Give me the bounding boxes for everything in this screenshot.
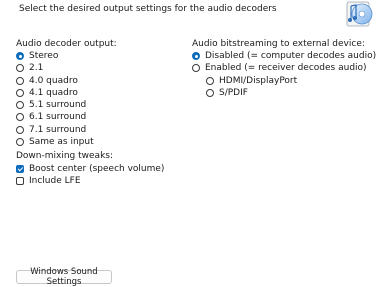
decoder-option-6-1-surround[interactable]: 6.1 surround <box>16 111 86 123</box>
radio-icon[interactable] <box>16 126 24 134</box>
radio-icon[interactable] <box>16 101 24 109</box>
decoder-option-label: Same as input <box>29 137 94 147</box>
windows-sound-settings-button[interactable]: Windows Sound Settings <box>16 267 112 287</box>
bitstream-group-label: Audio bitstreaming to external device: <box>192 39 365 49</box>
bitstream-option-enabled[interactable]: Enabled (= receiver decodes audio) <box>192 62 367 74</box>
decoder-option-label: Stereo <box>29 51 59 61</box>
decoder-group-label: Audio decoder output: <box>16 39 117 49</box>
decoder-option-7-1-surround[interactable]: 7.1 surround <box>16 124 86 136</box>
radio-selected-icon[interactable] <box>16 52 24 60</box>
decoder-option-5-1-surround[interactable]: 5.1 surround <box>16 99 86 111</box>
bitstream-sub-spdif[interactable]: S/PDIF <box>206 87 248 99</box>
bitstream-sub-label: S/PDIF <box>219 88 248 98</box>
radio-icon[interactable] <box>192 64 200 72</box>
bitstream-sub-hdmi-displayport[interactable]: HDMI/DisplayPort <box>206 75 297 87</box>
radio-icon[interactable] <box>16 64 24 72</box>
bitstream-option-label: Disabled (= computer decodes audio) <box>205 51 377 61</box>
decoder-option-label: 7.1 surround <box>29 125 87 135</box>
include-lfe-checkbox[interactable]: Include LFE <box>16 175 81 187</box>
decoder-option-label: 6.1 surround <box>29 112 87 122</box>
audio-disc-icon <box>343 0 377 28</box>
decoder-option-stereo[interactable]: Stereo <box>16 50 58 62</box>
header-description: Select the desired output settings for t… <box>19 4 277 14</box>
checkbox-checked-icon[interactable] <box>16 165 24 173</box>
boost-center-checkbox[interactable]: Boost center (speech volume) <box>16 163 164 175</box>
downmix-group-label: Down-mixing tweaks: <box>16 151 113 161</box>
bitstream-option-disabled[interactable]: Disabled (= computer decodes audio) <box>192 50 376 62</box>
radio-icon[interactable] <box>16 113 24 121</box>
decoder-option-label: 2.1 <box>29 63 44 73</box>
decoder-option-label: 4.0 quadro <box>29 76 78 86</box>
radio-icon[interactable] <box>16 89 24 97</box>
decoder-option-label: 4.1 quadro <box>29 88 78 98</box>
bitstream-sub-label: HDMI/DisplayPort <box>219 76 298 86</box>
decoder-option-4-0-quadro[interactable]: 4.0 quadro <box>16 75 78 87</box>
decoder-option-same-as-input[interactable]: Same as input <box>16 136 94 148</box>
radio-selected-icon[interactable] <box>192 52 200 60</box>
radio-icon[interactable] <box>16 77 24 85</box>
radio-icon[interactable] <box>16 138 24 146</box>
decoder-option-4-1-quadro[interactable]: 4.1 quadro <box>16 87 78 99</box>
checkbox-icon[interactable] <box>16 177 24 185</box>
bitstream-option-label: Enabled (= receiver decodes audio) <box>205 63 367 73</box>
checkbox-label: Include LFE <box>29 176 81 186</box>
radio-icon[interactable] <box>206 89 214 97</box>
radio-icon[interactable] <box>206 77 214 85</box>
checkbox-label: Boost center (speech volume) <box>29 164 165 174</box>
decoder-option-2-1[interactable]: 2.1 <box>16 62 43 74</box>
decoder-option-label: 5.1 surround <box>29 100 87 110</box>
